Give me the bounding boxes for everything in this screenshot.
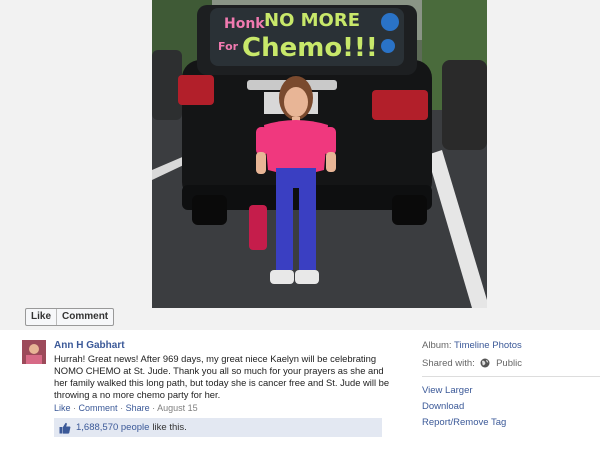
photo-illustration: Honk NO MORE For Chemo!!!: [152, 0, 487, 308]
album-link[interactable]: Timeline Photos: [454, 340, 522, 351]
report-remove-tag-link[interactable]: Report/Remove Tag: [422, 417, 572, 429]
globe-icon: [480, 358, 490, 368]
post-date[interactable]: August 15: [157, 403, 198, 413]
sidebar-divider: [422, 376, 600, 377]
post-author[interactable]: Ann H Gabhart: [54, 340, 394, 352]
post: Ann H Gabhart Hurrah! Great news! After …: [54, 340, 394, 414]
album-row: Album: Timeline Photos: [422, 340, 522, 352]
post-message: Hurrah! Great news! After 969 days, my g…: [54, 353, 390, 400]
shared-label: Shared with:: [422, 358, 475, 369]
meta-separator: ·: [152, 403, 156, 413]
photo-action-buttons: Like Comment: [25, 308, 115, 326]
avatar-image: [22, 340, 46, 364]
shared-row: Shared with: Public: [422, 358, 522, 370]
likes-tail: like this.: [152, 422, 187, 433]
meta-separator: ·: [120, 403, 124, 413]
window-sign-for: For: [218, 40, 239, 53]
post-share-link[interactable]: Share: [126, 403, 150, 413]
download-link[interactable]: Download: [422, 401, 572, 413]
photo-stage: Honk NO MORE For Chemo!!!: [0, 0, 600, 330]
meta-separator: ·: [73, 403, 77, 413]
thumbs-up-icon: [59, 422, 71, 434]
post-like-link[interactable]: Like: [54, 403, 71, 413]
window-sign-honk: Honk: [224, 16, 265, 32]
album-label: Album:: [422, 340, 452, 351]
post-meta: Like · Comment · Share · August 15: [54, 402, 394, 414]
likes-count[interactable]: 1,688,570 people: [76, 422, 149, 433]
photo-sidebar: Album: Timeline Photos Shared with: Publ…: [422, 340, 600, 428]
window-sign-chemo: Chemo!!!: [242, 33, 378, 63]
avatar[interactable]: [22, 340, 46, 364]
view-larger-link[interactable]: View Larger: [422, 385, 572, 397]
post-comment-link[interactable]: Comment: [79, 403, 118, 413]
like-button[interactable]: Like: [26, 309, 56, 325]
comment-button[interactable]: Comment: [56, 309, 113, 325]
sidebar-links: View Larger Download Report/Remove Tag: [422, 385, 572, 433]
photo[interactable]: Honk NO MORE For Chemo!!!: [152, 0, 487, 308]
shared-value[interactable]: Public: [496, 358, 522, 369]
likes-bar: 1,688,570 people like this.: [54, 418, 382, 437]
window-sign-no-more: NO MORE: [264, 10, 360, 31]
